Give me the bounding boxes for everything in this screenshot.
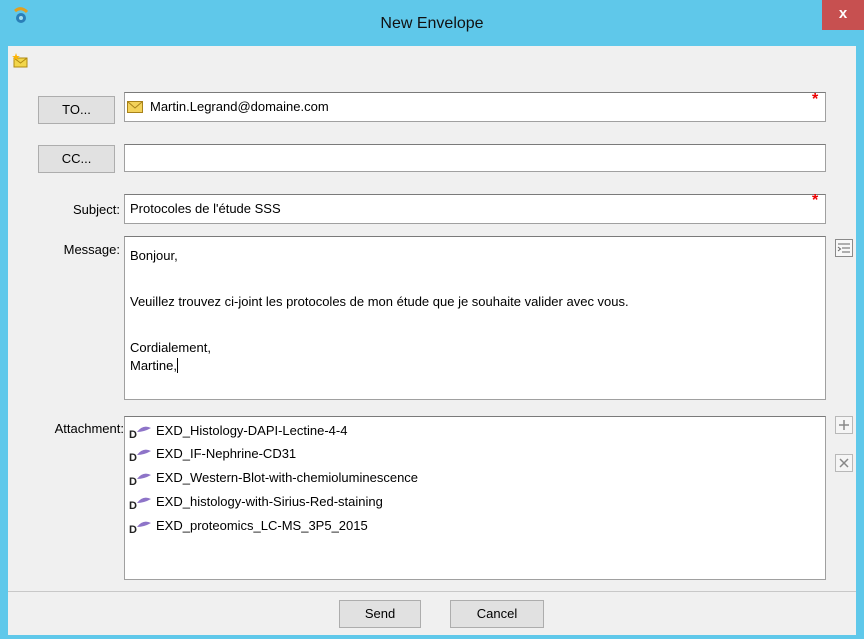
svg-text:D: D — [129, 500, 137, 510]
document-icon: D — [129, 521, 151, 534]
message-line-text: Martine, — [130, 358, 177, 373]
text-caret — [176, 358, 178, 373]
to-button[interactable]: TO... — [38, 96, 115, 124]
dialog-window: New Envelope x TO... Martin.Legrand@doma… — [0, 0, 864, 639]
cc-button[interactable]: CC... — [38, 145, 115, 173]
cancel-button[interactable]: Cancel — [450, 600, 544, 628]
svg-text:D: D — [129, 476, 137, 486]
document-icon: D — [129, 497, 151, 510]
svg-text:D: D — [129, 429, 137, 439]
window-title: New Envelope — [380, 15, 484, 32]
attachment-name: EXD_IF-Nephrine-CD31 — [156, 446, 297, 461]
attachment-list[interactable]: D EXD_Histology-DAPI-Lectine-4-4 D EXD_I… — [124, 416, 826, 580]
document-icon: D — [129, 473, 151, 486]
cc-field[interactable] — [124, 144, 826, 172]
message-line-last: Martine, — [130, 358, 178, 373]
attachment-label: Attachment: — [54, 421, 124, 436]
message-textarea[interactable]: Bonjour, Veuillez trouvez ci-joint les p… — [124, 236, 826, 400]
message-line: Cordialement, — [130, 340, 211, 355]
to-field[interactable]: Martin.Legrand@domaine.com — [124, 92, 826, 122]
svg-text:D: D — [129, 452, 137, 462]
subject-label: Subject: — [73, 202, 120, 217]
attachment-name: EXD_Histology-DAPI-Lectine-4-4 — [156, 423, 348, 438]
subject-required-marker: * — [812, 192, 819, 209]
envelope-icon — [127, 101, 143, 113]
attachment-name: EXD_proteomics_LC-MS_3P5_2015 — [156, 518, 368, 533]
message-line: Bonjour, — [130, 248, 178, 263]
remove-icon — [839, 458, 849, 468]
title-bar[interactable]: New Envelope x — [0, 0, 864, 46]
attachment-name: EXD_histology-with-Sirius-Red-staining — [156, 494, 383, 509]
attachment-name: EXD_Western-Blot-with-chemioluminescence — [156, 470, 419, 485]
new-envelope-icon[interactable] — [12, 52, 28, 68]
close-button[interactable]: x — [822, 0, 864, 30]
svg-text:D: D — [129, 524, 137, 534]
message-line: Veuillez trouvez ci-joint les protocoles… — [130, 294, 629, 309]
message-label: Message: — [63, 242, 120, 257]
format-icon[interactable] — [834, 238, 854, 258]
document-icon: D — [129, 449, 151, 462]
to-required-marker: * — [812, 91, 819, 108]
add-attachment-button[interactable] — [835, 416, 853, 434]
footer-divider — [8, 591, 856, 592]
subject-value: Protocoles de l'étude SSS — [130, 201, 281, 216]
add-icon — [839, 420, 849, 430]
dialog-body: TO... Martin.Legrand@domaine.com * CC...… — [8, 46, 856, 635]
remove-attachment-button[interactable] — [835, 454, 853, 472]
send-button[interactable]: Send — [339, 600, 421, 628]
to-value: Martin.Legrand@domaine.com — [150, 99, 329, 114]
document-icon: D — [129, 426, 151, 439]
subject-field[interactable]: Protocoles de l'étude SSS — [124, 194, 826, 224]
